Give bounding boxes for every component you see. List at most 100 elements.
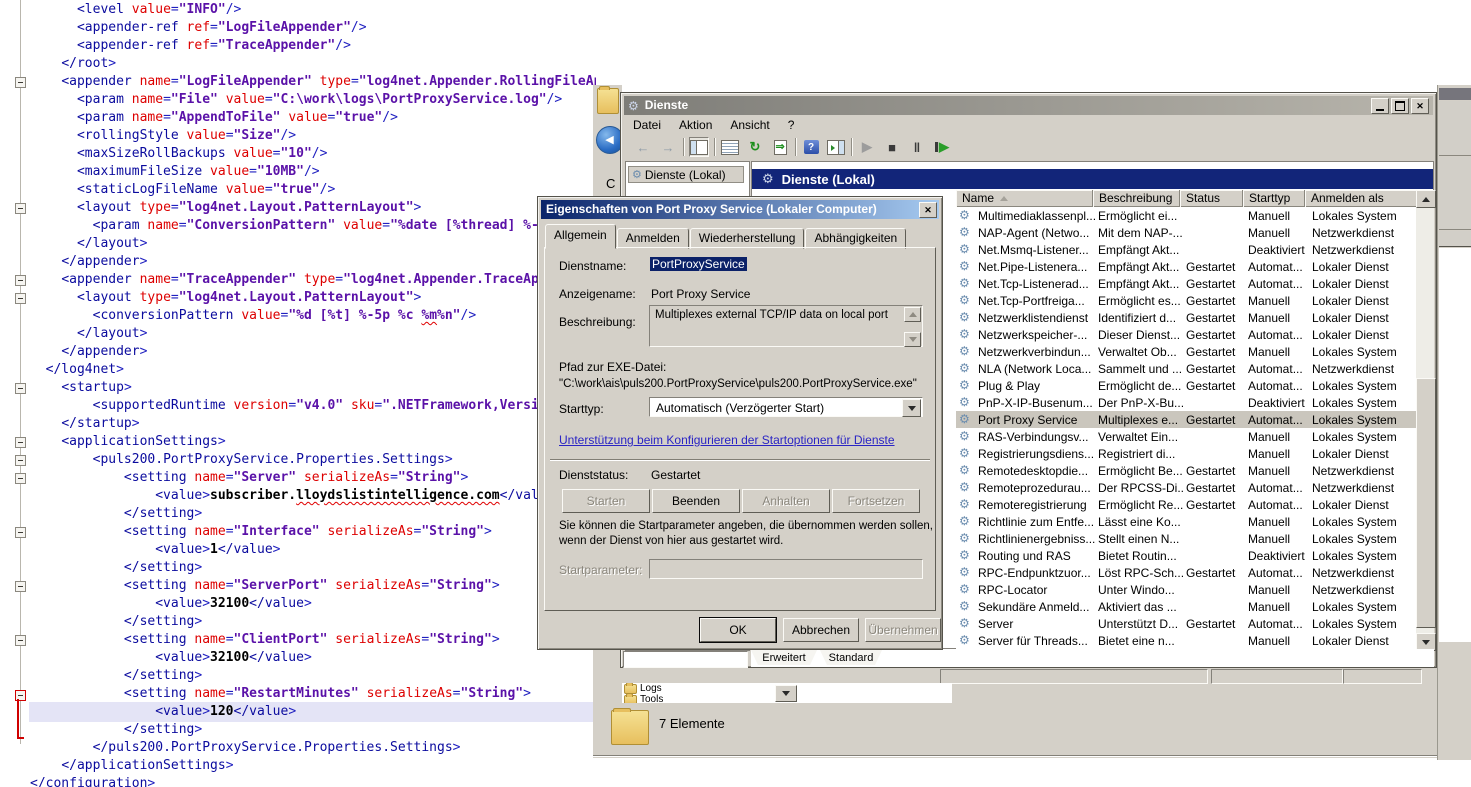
scrollbar-thumb[interactable]	[1416, 378, 1436, 628]
properties-icon[interactable]	[720, 137, 740, 157]
table-row[interactable]: ⚙RAS-Verbindungsv...Verwaltet Ein...Manu…	[956, 428, 1416, 445]
fold-box[interactable]	[15, 473, 26, 484]
dropdown-button[interactable]	[775, 685, 797, 702]
services-list: ⚙Multimediaklassenpl...Ermöglicht ei...M…	[956, 207, 1416, 649]
export-list-icon[interactable]: ⇒	[770, 137, 790, 157]
table-row[interactable]: ⚙Netzwerkspeicher-...Dieser Dienst...Ges…	[956, 326, 1416, 343]
table-row[interactable]: ⚙ServerUnterstützt D...GestartetAutomat.…	[956, 615, 1416, 632]
side-panel-block	[1439, 157, 1471, 230]
cell: Netzwerkdienst	[1312, 243, 1414, 257]
view-tab-erweitert[interactable]: Erweitert	[751, 650, 817, 665]
refresh-icon[interactable]: ↻	[745, 137, 765, 157]
scroll-up-button[interactable]	[1416, 190, 1436, 208]
startup-help-link[interactable]: Unterstützung beim Konfigurieren der Sta…	[559, 433, 895, 447]
fold-box[interactable]	[15, 527, 26, 538]
back-icon[interactable]: ←	[633, 137, 653, 157]
fold-box[interactable]	[15, 77, 26, 88]
ok-button[interactable]: OK	[700, 618, 776, 642]
show-console-tree-icon[interactable]	[689, 137, 709, 157]
table-row[interactable]: ⚙NetzwerklistendienstIdentifiziert d...G…	[956, 309, 1416, 326]
service-name-value[interactable]: PortProxyService	[650, 257, 747, 271]
show-action-pane-icon[interactable]	[826, 137, 846, 157]
tree-item-dienste-lokal[interactable]: ⚙ Dienste (Lokal)	[628, 166, 744, 183]
table-row[interactable]: ⚙Registrierungsdiens...Registriert di...…	[956, 445, 1416, 462]
tab-abhängigkeiten[interactable]: Abhängigkeiten	[805, 228, 906, 249]
service-status-label: Dienststatus:	[559, 468, 628, 482]
abbrechen-button[interactable]: Abbrechen	[783, 618, 859, 642]
start-service-icon[interactable]: ▶	[857, 137, 877, 157]
table-row[interactable]: ⚙RPC-LocatorUnter Windo...ManuellNetzwer…	[956, 581, 1416, 598]
code-line: <applicationSettings>	[30, 433, 596, 451]
tab-wiederherstellung[interactable]: Wiederherstellung	[690, 228, 805, 249]
code-editor[interactable]: <level value="INFO"/> <appender-ref ref=…	[0, 0, 596, 787]
column-header-starttyp[interactable]: Starttyp	[1243, 190, 1305, 207]
table-row[interactable]: ⚙Net.Tcp-Portfreiga...Ermöglicht es...Ge…	[956, 292, 1416, 309]
restart-service-icon[interactable]: ▶	[932, 137, 952, 157]
fold-box[interactable]	[15, 293, 26, 304]
beenden-button[interactable]: Beenden	[652, 489, 740, 513]
fold-box[interactable]	[15, 581, 26, 592]
tab-allgemein[interactable]: Allgemein	[545, 224, 616, 249]
code-line: <level value="INFO"/>	[30, 1, 596, 19]
table-row[interactable]: ⚙PnP-X-IP-Busenum...Der PnP-X-Bu...Deakt…	[956, 394, 1416, 411]
pause-service-icon[interactable]: ‖	[907, 137, 927, 157]
cell: Server für Threads...	[978, 634, 1096, 648]
fold-box[interactable]	[15, 455, 26, 466]
table-row[interactable]: ⚙Plug & PlayErmöglicht de...GestartetAut…	[956, 377, 1416, 394]
fold-box[interactable]	[15, 383, 26, 394]
fold-box[interactable]	[15, 203, 26, 214]
column-header-status[interactable]: Status	[1180, 190, 1243, 207]
cell: Netzwerkdienst	[1312, 226, 1414, 240]
fold-box[interactable]	[15, 635, 26, 646]
combobox-dropdown-button[interactable]	[902, 399, 921, 417]
startup-type-value: Automatisch (Verzögerter Start)	[656, 401, 824, 415]
forward-icon[interactable]: →	[658, 137, 678, 157]
menu-item-aktion[interactable]: Aktion	[670, 118, 721, 132]
close-button[interactable]: ✕	[1411, 98, 1429, 114]
code-line: </setting>	[30, 559, 596, 577]
table-row[interactable]: ⚙NLA (Network Loca...Sammelt und ...Gest…	[956, 360, 1416, 377]
table-row[interactable]: ⚙RPC-Endpunktzuor...Löst RPC-Sch...Gesta…	[956, 564, 1416, 581]
table-row[interactable]: ⚙Remotedesktopdie...Ermöglicht Be...Gest…	[956, 462, 1416, 479]
table-row[interactable]: ⚙Multimediaklassenpl...Ermöglicht ei...M…	[956, 207, 1416, 224]
table-row[interactable]: ⚙Net.Msmq-Listener...Empfängt Akt...Deak…	[956, 241, 1416, 258]
table-row[interactable]: ⚙Richtlinienergebniss...Stellt einen N..…	[956, 530, 1416, 547]
table-row[interactable]: ⚙Net.Tcp-Listenerad...Empfängt Akt...Ges…	[956, 275, 1416, 292]
stop-service-icon[interactable]: ■	[882, 137, 902, 157]
maximize-button[interactable]	[1391, 98, 1409, 114]
cell: Lokales System	[1312, 396, 1414, 410]
scrollbar[interactable]	[1416, 190, 1434, 649]
table-row[interactable]: ⚙Port Proxy ServiceMultiplexes e...Gesta…	[956, 411, 1416, 428]
fold-box[interactable]	[15, 437, 26, 448]
table-row[interactable]: ⚙RemoteregistrierungErmöglicht Re...Gest…	[956, 496, 1416, 513]
dialog-close-button[interactable]: ✕	[919, 202, 937, 218]
code-line: <appender-ref ref="LogFileAppender"/>	[30, 19, 596, 37]
view-tab-standard[interactable]: Standard	[820, 650, 882, 665]
column-header-anmelden-als[interactable]: Anmelden als	[1305, 190, 1416, 207]
table-row[interactable]: ⚙Sekundäre Anmeld...Aktiviert das ...Man…	[956, 598, 1416, 615]
menu-item-datei[interactable]: Datei	[624, 118, 670, 132]
folder-icon	[624, 695, 637, 703]
help-icon[interactable]: ?	[801, 137, 821, 157]
services-titlebar[interactable]: ⚙ Dienste ✕	[624, 96, 1433, 115]
column-header-name[interactable]: Name	[956, 190, 1093, 207]
gear-icon: ⚙	[632, 168, 642, 181]
fold-box[interactable]	[15, 275, 26, 286]
table-row[interactable]: ⚙Netzwerkverbindun...Verwaltet Ob...Gest…	[956, 343, 1416, 360]
dialog-titlebar[interactable]: Eigenschaften von Port Proxy Service (Lo…	[541, 200, 939, 219]
table-row[interactable]: ⚙Net.Pipe-Listenera...Empfängt Akt...Ges…	[956, 258, 1416, 275]
menu-item-?[interactable]: ?	[779, 118, 804, 132]
tab-anmelden[interactable]: Anmelden	[617, 228, 689, 249]
table-row[interactable]: ⚙Richtlinie zum Entfe...Lässt eine Ko...…	[956, 513, 1416, 530]
properties-dialog: Eigenschaften von Port Proxy Service (Lo…	[537, 196, 943, 650]
startup-type-combobox[interactable]: Automatisch (Verzögerter Start)	[649, 397, 923, 417]
table-row[interactable]: ⚙Remoteprozedurau...Der RPCSS-Di...Gesta…	[956, 479, 1416, 496]
column-header-beschreibung[interactable]: Beschreibung	[1093, 190, 1180, 207]
table-row[interactable]: ⚙Server für Threads...Bietet eine n...Ma…	[956, 632, 1416, 649]
change-marker-end	[17, 737, 24, 739]
anhalten-button: Anhalten	[742, 489, 830, 513]
table-row[interactable]: ⚙Routing und RASBietet Routin...Deaktivi…	[956, 547, 1416, 564]
table-row[interactable]: ⚙NAP-Agent (Netwo...Mit dem NAP-...Manue…	[956, 224, 1416, 241]
minimize-button[interactable]	[1371, 98, 1389, 114]
menu-item-ansicht[interactable]: Ansicht	[721, 118, 778, 132]
